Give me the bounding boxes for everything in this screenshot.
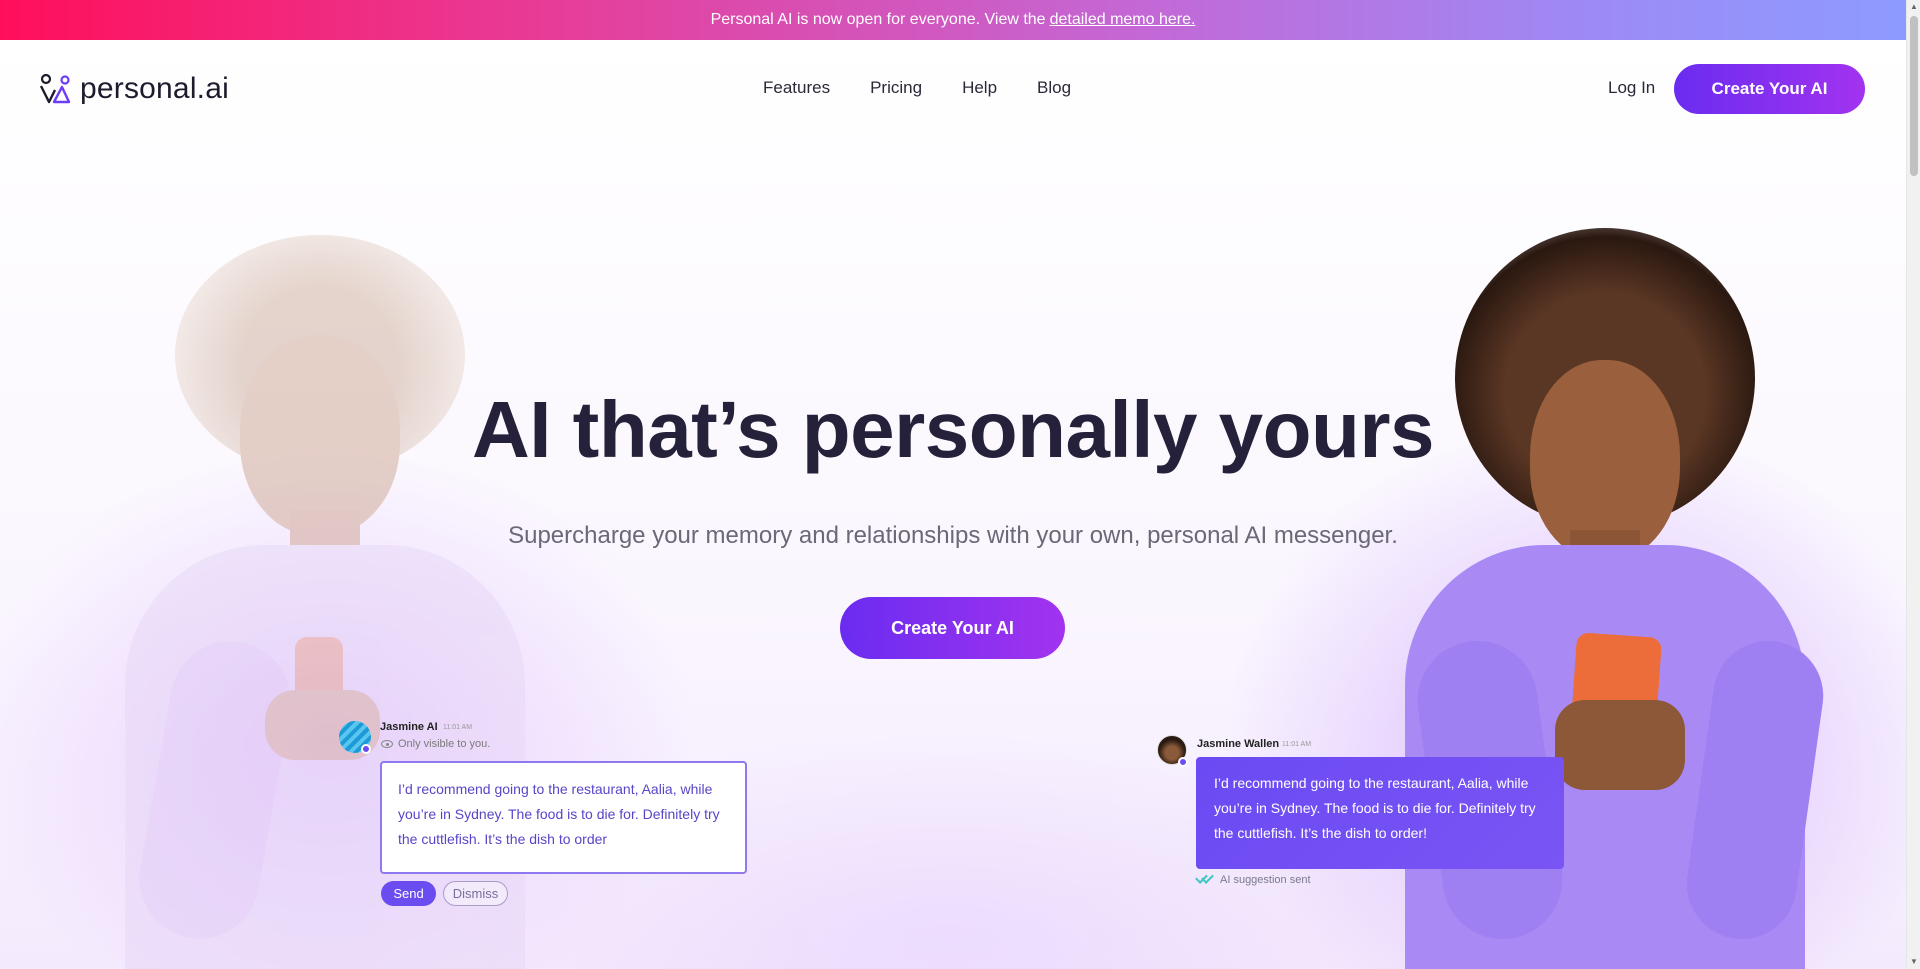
- page-scrollbar[interactable]: ▲ ▼: [1906, 0, 1920, 969]
- scroll-up-icon[interactable]: ▲: [1907, 0, 1920, 14]
- nav-features[interactable]: Features: [763, 78, 830, 98]
- chat-right-name: Jasmine Wallen: [1197, 738, 1280, 750]
- ai-suggestion-bubble: I’d recommend going to the restaurant, A…: [380, 761, 747, 874]
- announcement-bar: Personal AI is now open for everyone. Vi…: [0, 0, 1906, 40]
- nav-help[interactable]: Help: [962, 78, 997, 98]
- status-dot-icon: [361, 744, 371, 754]
- main-nav: Features Pricing Help Blog: [763, 78, 1071, 98]
- personal-ai-logo-icon: [39, 73, 71, 104]
- nav-pricing[interactable]: Pricing: [870, 78, 922, 98]
- chat-left-time: 11:01 AM: [443, 724, 473, 731]
- announcement-text: Personal AI is now open for everyone. Vi…: [710, 11, 1046, 28]
- site-header: personal.ai Features Pricing Help Blog L…: [0, 40, 1906, 138]
- double-check-icon: [1196, 874, 1214, 886]
- nav-blog[interactable]: Blog: [1037, 78, 1071, 98]
- announcement-memo-link[interactable]: detailed memo here.: [1050, 11, 1196, 29]
- create-your-ai-header-button[interactable]: Create Your AI: [1674, 64, 1865, 114]
- dismiss-button[interactable]: Dismiss: [443, 881, 508, 906]
- logo[interactable]: personal.ai: [38, 72, 229, 106]
- logo-text: personal.ai: [80, 72, 229, 105]
- hero-title: AI that’s personally yours: [471, 385, 1435, 474]
- scroll-down-icon[interactable]: ▼: [1907, 955, 1920, 969]
- scroll-thumb[interactable]: [1910, 16, 1918, 176]
- visibility-note: Only visible to you.: [398, 738, 491, 750]
- chat-left-header: Jasmine AI 11:01 AM Only visible to you.: [339, 719, 599, 759]
- suggestion-sent-text: AI suggestion sent: [1220, 874, 1311, 886]
- chat-left-name: Jasmine AI: [380, 721, 438, 733]
- suggestion-sent-status: AI suggestion sent: [1196, 874, 1311, 886]
- status-dot-icon: [1178, 757, 1188, 767]
- send-button[interactable]: Send: [381, 881, 436, 906]
- eye-icon: [381, 740, 393, 748]
- chat-right-time: 11:01 AM: [1282, 741, 1312, 748]
- sent-message-bubble: I’d recommend going to the restaurant, A…: [1196, 757, 1564, 869]
- create-your-ai-hero-button[interactable]: Create Your AI: [840, 597, 1065, 659]
- hero-subtitle: Supercharge your memory and relationship…: [508, 522, 1398, 549]
- login-link[interactable]: Log In: [1608, 78, 1655, 98]
